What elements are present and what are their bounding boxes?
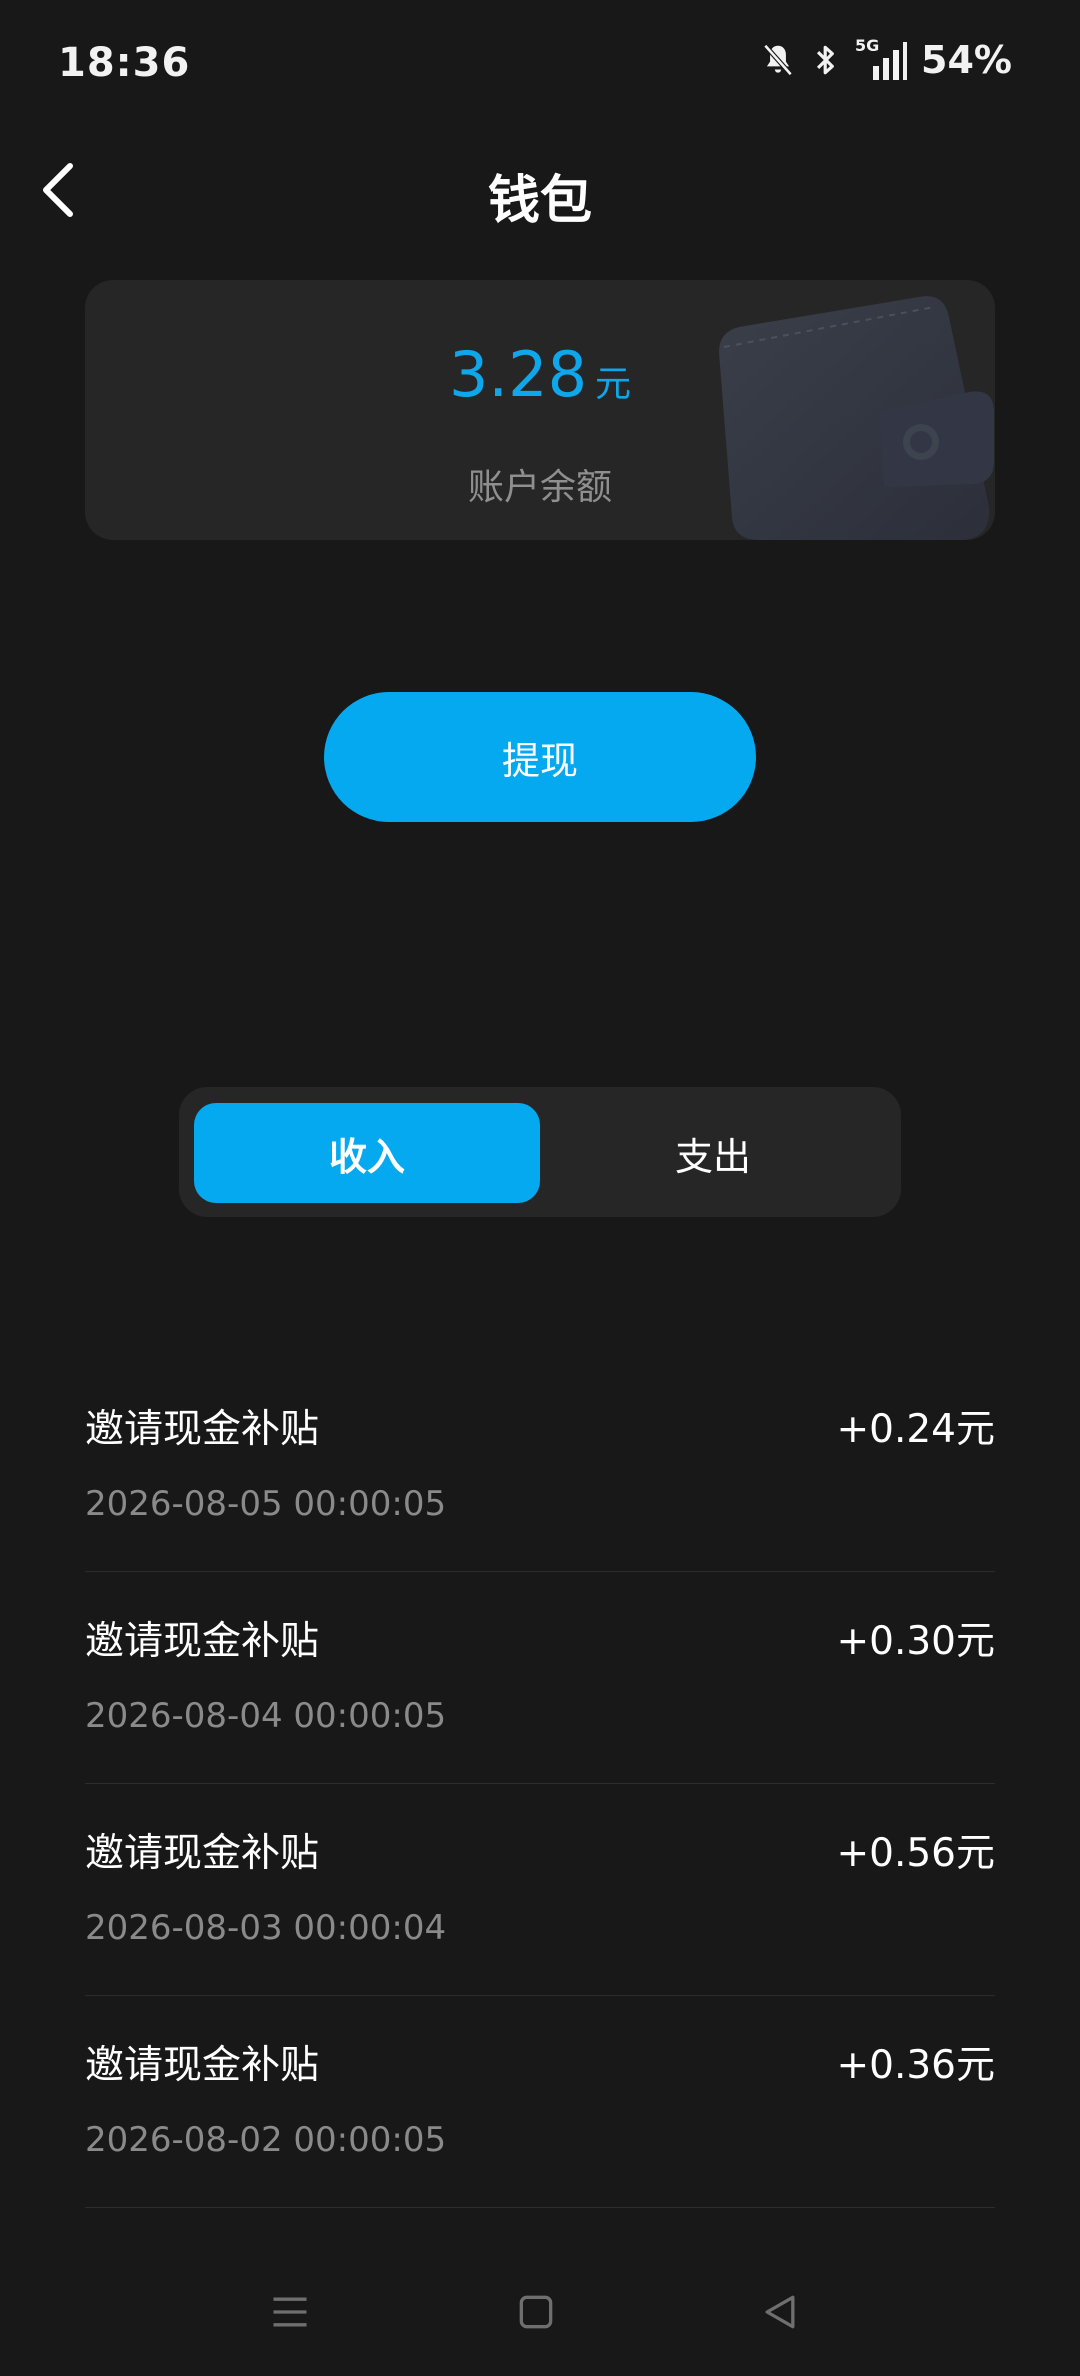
balance-display: 3.28 元	[85, 338, 995, 411]
transaction-list: 邀请现金补贴 +0.24元 2026-08-05 00:00:05 邀请现金补贴…	[85, 1360, 995, 2208]
header: 钱包	[0, 140, 1080, 240]
tab-income[interactable]: 收入	[194, 1103, 540, 1203]
balance-label: 账户余额	[467, 467, 612, 508]
withdraw-button[interactable]: 提现	[324, 692, 756, 822]
transaction-title: 邀请现金补贴	[85, 1407, 320, 1452]
transaction-item[interactable]: 邀请现金补贴 +0.56元 2026-08-03 00:00:04	[85, 1784, 995, 1996]
transaction-amount: +0.30元	[836, 1619, 995, 1664]
recent-apps-button[interactable]	[260, 2282, 320, 2342]
home-button[interactable]	[506, 2282, 566, 2342]
transaction-amount: +0.56元	[836, 1831, 995, 1876]
transaction-title: 邀请现金补贴	[85, 1831, 320, 1876]
page-title: 钱包	[487, 171, 592, 231]
home-square-icon	[519, 2295, 553, 2329]
status-icons: 5G 54%	[759, 36, 1012, 82]
balance-amount: 3.28	[448, 338, 588, 411]
transaction-time: 2026-08-05 00:00:05	[85, 1484, 447, 1524]
menu-icon	[273, 2297, 307, 2327]
transaction-amount: +0.24元	[836, 1407, 995, 1452]
signal-5g-icon: 5G	[855, 36, 908, 80]
tab-expense[interactable]: 支出	[540, 1103, 886, 1203]
transaction-item[interactable]: 邀请现金补贴 +0.24元 2026-08-05 00:00:05	[85, 1360, 995, 1572]
back-triangle-icon	[765, 2295, 795, 2329]
balance-unit: 元	[595, 364, 632, 405]
system-back-button[interactable]	[750, 2282, 810, 2342]
tab-switch: 收入 支出	[179, 1087, 901, 1217]
transaction-item[interactable]: 邀请现金补贴 +0.30元 2026-08-04 00:00:05	[85, 1572, 995, 1784]
transaction-time: 2026-08-02 00:00:05	[85, 2120, 447, 2160]
transaction-title: 邀请现金补贴	[85, 2043, 320, 2088]
transaction-item[interactable]: 邀请现金补贴 +0.36元 2026-08-02 00:00:05	[85, 1996, 995, 2208]
transaction-time: 2026-08-04 00:00:05	[85, 1696, 447, 1736]
transaction-amount: +0.36元	[836, 2043, 995, 2088]
navigation-bar	[0, 2260, 1080, 2360]
bluetooth-icon	[811, 41, 841, 79]
status-time: 18:36	[58, 40, 191, 86]
balance-card: 3.28 元 账户余额	[85, 280, 995, 540]
bell-muted-icon	[759, 41, 797, 79]
battery-level: 54%	[921, 38, 1012, 82]
transaction-time: 2026-08-03 00:00:04	[85, 1908, 447, 1948]
status-bar: 18:36 5G 54%	[0, 0, 1080, 130]
transaction-title: 邀请现金补贴	[85, 1619, 320, 1664]
